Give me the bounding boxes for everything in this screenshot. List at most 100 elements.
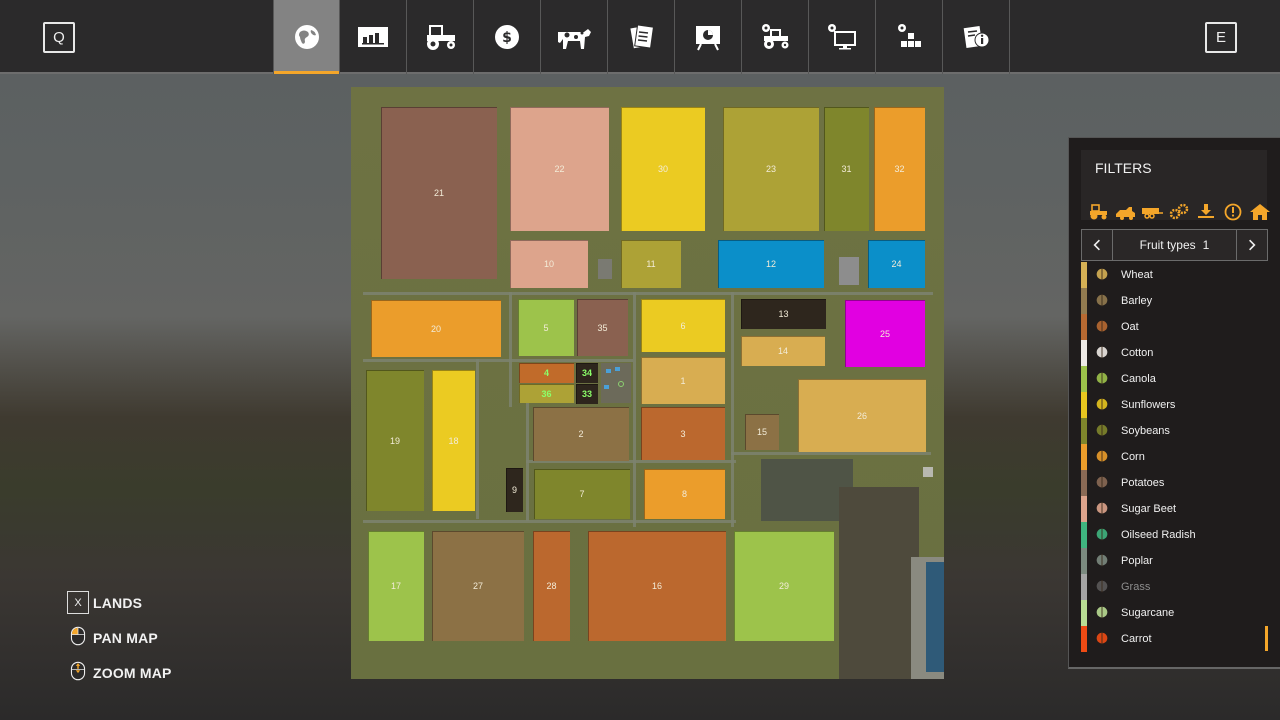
farm-map[interactable]: 21 22 30 23 31 32 10 11 12 24 20 5 35 6 13 25 14 4 34 36 33 1… xyxy=(351,87,944,679)
tab-animals[interactable] xyxy=(541,0,608,74)
field-21[interactable]: 21 xyxy=(381,107,497,279)
legend-item-wheat[interactable]: Wheat xyxy=(1081,262,1269,288)
field-15[interactable]: 15 xyxy=(745,414,779,450)
prev-page-key-button[interactable]: Q xyxy=(43,22,75,53)
field-16[interactable]: 16 xyxy=(588,531,726,641)
tab-statistics[interactable] xyxy=(340,0,407,74)
field-8[interactable]: 8 xyxy=(644,469,725,519)
sugarbeet-icon xyxy=(1093,499,1111,519)
legend-item-barley[interactable]: Barley xyxy=(1081,288,1269,314)
lands-hint[interactable]: X LANDS xyxy=(67,585,172,620)
trailer-icon xyxy=(1141,208,1163,219)
legend-item-cotton[interactable]: Cotton xyxy=(1081,340,1269,366)
warning-icon xyxy=(1224,203,1241,221)
legend-item-poplar[interactable]: Poplar xyxy=(1081,548,1269,574)
oat-icon xyxy=(1093,317,1111,337)
field-29[interactable]: 29 xyxy=(734,531,834,641)
field-27[interactable]: 27 xyxy=(432,531,524,641)
field-number: 21 xyxy=(433,188,444,198)
mouse-wheel-icon xyxy=(67,659,89,687)
selector-value: Fruit types 1 xyxy=(1113,230,1236,260)
filter-vehicles-button[interactable] xyxy=(1085,202,1110,222)
field-17[interactable]: 17 xyxy=(368,531,424,641)
field-19[interactable]: 19 xyxy=(366,370,424,511)
field-number: 28 xyxy=(546,581,557,591)
tab-general-settings[interactable] xyxy=(809,0,876,74)
field-25[interactable]: 25 xyxy=(845,300,925,367)
field-30[interactable]: 30 xyxy=(621,107,705,231)
legend-item-canola[interactable]: Canola xyxy=(1081,366,1269,392)
field-10[interactable]: 10 xyxy=(510,240,588,288)
field-number: 13 xyxy=(778,309,789,319)
field-36[interactable]: 36 xyxy=(519,384,574,403)
tab-help[interactable] xyxy=(675,0,742,74)
zoom-map-label: ZOOM MAP xyxy=(93,664,172,681)
tab-contracts[interactable] xyxy=(608,0,675,74)
legend-label: Sugar Beet xyxy=(1121,503,1177,515)
lands-key[interactable]: X xyxy=(67,591,89,614)
field-22[interactable]: 22 xyxy=(510,107,609,231)
field-7[interactable]: 7 xyxy=(534,469,630,519)
field-14[interactable]: 14 xyxy=(741,336,825,366)
field-3[interactable]: 3 xyxy=(641,407,725,460)
filter-tools-button[interactable] xyxy=(1166,202,1191,222)
tab-game-settings[interactable] xyxy=(742,0,809,74)
legend-item-oilseed-radish[interactable]: Oilseed Radish xyxy=(1081,522,1269,548)
legend-item-carrot[interactable]: Carrot xyxy=(1081,626,1269,652)
legend-item-grass[interactable]: Grass xyxy=(1081,574,1269,600)
legend-label: Potatoes xyxy=(1121,477,1165,489)
sunflower-icon xyxy=(1093,395,1111,415)
selector-prev-button[interactable] xyxy=(1082,230,1113,260)
legend-item-sunflowers[interactable]: Sunflowers xyxy=(1081,392,1269,418)
tab-map[interactable] xyxy=(273,0,340,74)
field-4[interactable]: 4 xyxy=(519,363,574,383)
tab-controls[interactable] xyxy=(876,0,943,74)
selector-next-button[interactable] xyxy=(1236,230,1267,260)
tab-finances[interactable]: $ xyxy=(474,0,541,74)
color-swatch xyxy=(1081,288,1087,314)
filter-warnings-button[interactable] xyxy=(1220,202,1245,222)
filter-trailers-button[interactable] xyxy=(1139,202,1164,222)
chevron-right-icon xyxy=(1249,239,1256,251)
next-page-key-button[interactable]: E xyxy=(1205,22,1237,53)
filter-buildings-button[interactable] xyxy=(1247,202,1272,222)
tab-vehicles[interactable] xyxy=(407,0,474,74)
field-31[interactable]: 31 xyxy=(824,107,869,231)
field-32[interactable]: 32 xyxy=(874,107,925,231)
legend-item-potatoes[interactable]: Potatoes xyxy=(1081,470,1269,496)
legend-item-sugar-beet[interactable]: Sugar Beet xyxy=(1081,496,1269,522)
field-6[interactable]: 6 xyxy=(641,299,725,352)
field-number: 29 xyxy=(778,581,789,591)
color-swatch xyxy=(1081,314,1087,340)
field-18[interactable]: 18 xyxy=(432,370,475,511)
field-26[interactable]: 26 xyxy=(798,379,926,452)
legend-item-corn[interactable]: Corn xyxy=(1081,444,1269,470)
field-28[interactable]: 28 xyxy=(533,531,570,641)
filter-combines-button[interactable] xyxy=(1112,202,1137,222)
field-35[interactable]: 35 xyxy=(577,299,628,356)
filter-unload-button[interactable] xyxy=(1193,202,1218,222)
field-1[interactable]: 1 xyxy=(641,357,725,404)
field-number: 23 xyxy=(765,164,776,174)
legend-scrollbar[interactable] xyxy=(1265,626,1268,651)
field-number: 30 xyxy=(657,164,668,174)
field-24[interactable]: 24 xyxy=(868,240,925,288)
field-9[interactable]: 9 xyxy=(506,468,523,512)
legend-item-oat[interactable]: Oat xyxy=(1081,314,1269,340)
control-hints: X LANDS PAN MAP ZOOM MAP xyxy=(67,585,172,690)
field-12[interactable]: 12 xyxy=(718,240,824,288)
field-11[interactable]: 11 xyxy=(621,240,681,288)
tab-info[interactable] xyxy=(943,0,1010,74)
field-33[interactable]: 33 xyxy=(576,384,598,404)
field-number: 25 xyxy=(879,328,890,339)
tractor-icon xyxy=(1089,204,1107,220)
field-13[interactable]: 13 xyxy=(741,299,826,329)
field-20[interactable]: 20 xyxy=(371,300,501,357)
field-2[interactable]: 2 xyxy=(533,407,629,461)
filter-category-icons xyxy=(1085,202,1272,222)
legend-item-sugarcane[interactable]: Sugarcane xyxy=(1081,600,1269,626)
field-34[interactable]: 34 xyxy=(576,363,598,383)
field-5[interactable]: 5 xyxy=(518,299,574,356)
legend-item-soybeans[interactable]: Soybeans xyxy=(1081,418,1269,444)
field-23[interactable]: 23 xyxy=(723,107,819,231)
